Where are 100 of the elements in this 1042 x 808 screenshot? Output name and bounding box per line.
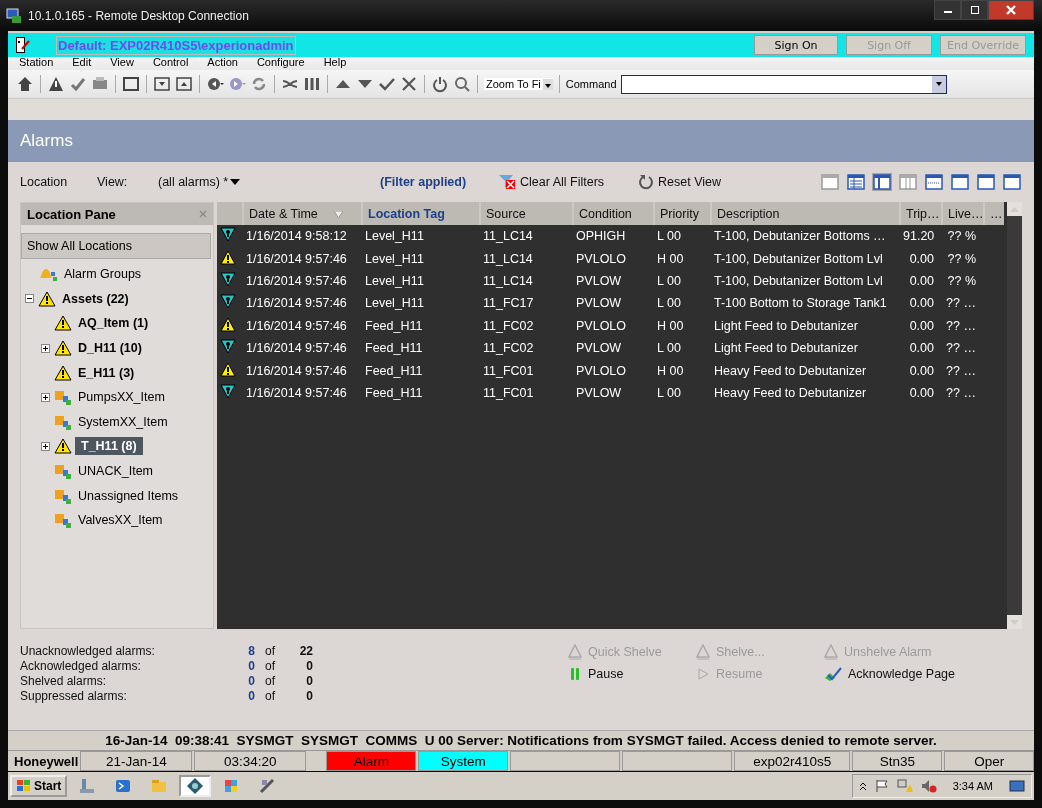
table-cell-text: 0.00 [908, 362, 935, 380]
tree-item[interactable]: D_H11 (10) [75, 340, 145, 357]
chevron-icon[interactable] [858, 781, 867, 791]
count-value: 8 [247, 644, 255, 659]
reset-view-link[interactable]: Reset View [638, 174, 722, 190]
count-label: Acknowledged alarms: [20, 659, 142, 674]
view-dropdown[interactable]: (all alarms) * [158, 175, 380, 189]
table-cell-text: Light Feed to Debutanizer [713, 317, 859, 335]
search-icon[interactable] [453, 75, 471, 93]
column-header[interactable]: Date & Time [243, 202, 362, 225]
maximize-button[interactable] [961, 0, 988, 20]
tree-item[interactable]: SystemXX_Item [75, 413, 171, 430]
table-cell-text: 11_LC14 [482, 272, 534, 290]
tree-item[interactable]: AQ_Item (1) [75, 315, 152, 332]
tree-item[interactable]: Assets (22) [59, 290, 132, 307]
app-icon [258, 777, 277, 795]
table-cell-text: T-100, Debutanizer Bottom Lvl [713, 250, 884, 268]
column-header[interactable]: Description [711, 202, 900, 225]
shelve-icon [696, 644, 710, 660]
cross-icon[interactable] [400, 75, 418, 93]
expand-icon[interactable] [41, 343, 50, 353]
menu-item[interactable]: Configure [256, 57, 305, 70]
menu-item[interactable]: View [110, 57, 134, 70]
taskbar-button[interactable] [179, 775, 212, 797]
column-header[interactable]: Trip… [900, 202, 942, 225]
table-cell-text: Heavy Feed to Debutanizer [713, 384, 868, 402]
station-button[interactable]: Sign On [754, 35, 838, 55]
clear-filters-link[interactable]: Clear All Filters [498, 174, 605, 190]
column-header[interactable]: Location Tag [362, 202, 480, 225]
table-cell-text: PVLOLO [575, 250, 628, 268]
total-value: 0 [305, 674, 313, 689]
table-cell-text: Level_H11 [364, 295, 425, 313]
menu-item[interactable]: Control [152, 57, 189, 70]
flag-icon[interactable] [874, 779, 889, 793]
table-cell-text: 0.00 [908, 340, 935, 358]
tree-item[interactable]: PumpsXX_Item [75, 389, 168, 406]
tree-item[interactable]: T_H11 (8) [75, 437, 143, 456]
table-cell-text: PVLOW [575, 295, 623, 313]
table-cell-text: L 00 [656, 272, 682, 290]
command-field[interactable] [620, 74, 947, 94]
window-title: 10.1.0.165 - Remote Desktop Connection [28, 8, 249, 23]
back-icon[interactable] [206, 75, 224, 93]
expand-icon[interactable] [41, 441, 50, 451]
tree-item[interactable]: UNACK_Item [75, 463, 157, 480]
action-button[interactable]: Acknowledge Page [824, 666, 984, 682]
column-header[interactable]: Source [480, 202, 573, 225]
dropdown-box-icon[interactable] [153, 75, 171, 93]
command-label: Command [565, 78, 617, 90]
start-button[interactable]: Start [10, 775, 68, 797]
tree-item[interactable]: ValvesXX_Item [75, 512, 166, 529]
show-all-locations-button[interactable]: Show All Locations [21, 233, 211, 259]
speaker-icon[interactable] [920, 779, 937, 793]
table-cell-text: Feed_H11 [364, 340, 424, 358]
table-cell-text: ?? % [946, 250, 977, 268]
alarm-icon[interactable] [47, 75, 65, 93]
pause-icon [568, 666, 582, 682]
table-cell-text: ?? … [945, 384, 977, 402]
home-icon[interactable] [16, 75, 34, 93]
show-desktop-icon[interactable] [1009, 779, 1025, 793]
table-view-icon[interactable] [846, 173, 866, 191]
list-view-icon[interactable] [924, 173, 944, 191]
of-label: of [264, 674, 276, 689]
caret-icon [935, 82, 942, 86]
table-cell-text: Heavy Feed to Debutanizer [713, 362, 868, 380]
column-header[interactable]: Priority [654, 202, 711, 225]
expand-icon[interactable] [41, 392, 50, 402]
table-cell-text: PVLOW [575, 384, 623, 402]
user-field: Default: EXP02R410S5\experionadmin [56, 35, 296, 55]
table-cell: OPHIGH [573, 225, 654, 248]
menu-item[interactable]: Action [207, 57, 238, 70]
pane-view-icon[interactable] [872, 173, 892, 191]
status-field: 21-Jan-14 [80, 751, 193, 771]
column-header[interactable]: Live… [942, 202, 984, 225]
menu-item[interactable]: Station [19, 57, 54, 70]
checkmark-icon[interactable] [69, 75, 87, 93]
up-box-icon[interactable] [175, 75, 193, 93]
table-cell-text: ?? … [945, 295, 977, 313]
table-cell-text: 0.00 [908, 317, 935, 335]
columns-icon[interactable] [303, 75, 321, 93]
power-icon[interactable] [431, 75, 449, 93]
total-value: 0 [305, 689, 313, 704]
table-cell-text: 1/16/2014 9:57:46 [245, 295, 348, 313]
close-button[interactable] [988, 0, 1034, 20]
column-header[interactable]: … [984, 202, 1004, 225]
table-cell-text: 1/16/2014 9:57:46 [245, 250, 348, 268]
zoom-dropdown[interactable]: Zoom To Fi [484, 78, 553, 90]
column-header[interactable]: Condition [573, 202, 654, 225]
tree-item[interactable]: Unassigned Items [75, 487, 182, 504]
menu-item[interactable]: Help [323, 57, 347, 70]
table-cell-text: 11_FC01 [482, 384, 535, 402]
refresh-icon[interactable] [250, 75, 268, 93]
tree-item[interactable]: Alarm Groups [61, 266, 145, 283]
app-icon [186, 777, 205, 795]
collapse-icon[interactable] [25, 294, 34, 304]
action-button[interactable]: Pause [568, 666, 696, 682]
minimize-button[interactable] [934, 0, 961, 20]
maximize-icon [969, 6, 980, 14]
menu-item[interactable]: Edit [72, 57, 92, 70]
square-icon[interactable] [122, 75, 140, 93]
tree-item[interactable]: E_H11 (3) [75, 364, 138, 381]
